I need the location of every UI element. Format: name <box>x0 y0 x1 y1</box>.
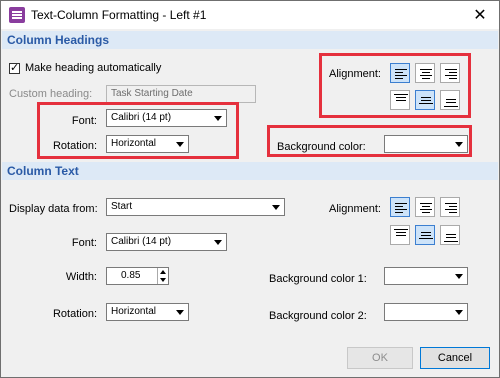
chevron-down-icon <box>455 274 463 279</box>
text-font-label: Font: <box>71 237 97 249</box>
background-color-2-label: Background color 2: <box>269 310 367 322</box>
make-heading-label: Make heading automatically <box>25 62 162 74</box>
custom-heading-label: Custom heading: <box>9 88 93 100</box>
width-label: Width: <box>65 271 97 283</box>
chevron-up-icon[interactable] <box>160 270 166 274</box>
display-data-label: Display data from: <box>9 203 98 215</box>
make-heading-checkbox[interactable] <box>9 61 20 74</box>
section-column-text: Column Text <box>2 162 498 180</box>
title-bar: Text-Column Formatting - Left #1 ✕ <box>1 1 499 29</box>
chevron-down-icon[interactable] <box>160 278 166 282</box>
background-color-1-select[interactable] <box>384 267 468 285</box>
text-align-bottom-button[interactable] <box>440 225 460 245</box>
dialog-window: Text-Column Formatting - Left #1 ✕ Colum… <box>0 0 500 378</box>
ok-button[interactable]: OK <box>347 347 413 369</box>
highlight-background-color <box>267 125 472 157</box>
chevron-down-icon <box>455 310 463 315</box>
app-icon <box>9 7 25 23</box>
chevron-down-icon <box>272 205 280 210</box>
stepper-buttons[interactable] <box>157 268 168 284</box>
text-align-top-button[interactable] <box>390 225 410 245</box>
cancel-button[interactable]: Cancel <box>420 347 490 369</box>
custom-heading-field[interactable]: Task Starting Date <box>106 85 256 103</box>
highlight-font-rotation <box>37 102 239 159</box>
text-font-select[interactable]: Calibri (14 pt) <box>106 233 227 251</box>
text-align-middle-button[interactable] <box>415 225 435 245</box>
display-data-select[interactable]: Start <box>106 198 285 216</box>
window-title: Text-Column Formatting - Left #1 <box>31 8 207 22</box>
chevron-down-icon <box>176 310 184 315</box>
text-align-left-button[interactable] <box>390 197 410 217</box>
text-align-right-button[interactable] <box>440 197 460 217</box>
text-rotation-select[interactable]: Horizontal <box>106 303 189 321</box>
section-column-headings: Column Headings <box>2 31 498 49</box>
width-stepper[interactable]: 0.85 <box>106 267 169 285</box>
chevron-down-icon <box>214 240 222 245</box>
background-color-1-label: Background color 1: <box>269 273 367 285</box>
background-color-2-select[interactable] <box>384 303 468 321</box>
text-alignment-label: Alignment: <box>329 203 381 215</box>
text-rotation-label: Rotation: <box>52 308 97 320</box>
text-align-center-button[interactable] <box>415 197 435 217</box>
highlight-alignment <box>319 53 471 118</box>
close-icon[interactable]: ✕ <box>471 5 489 25</box>
